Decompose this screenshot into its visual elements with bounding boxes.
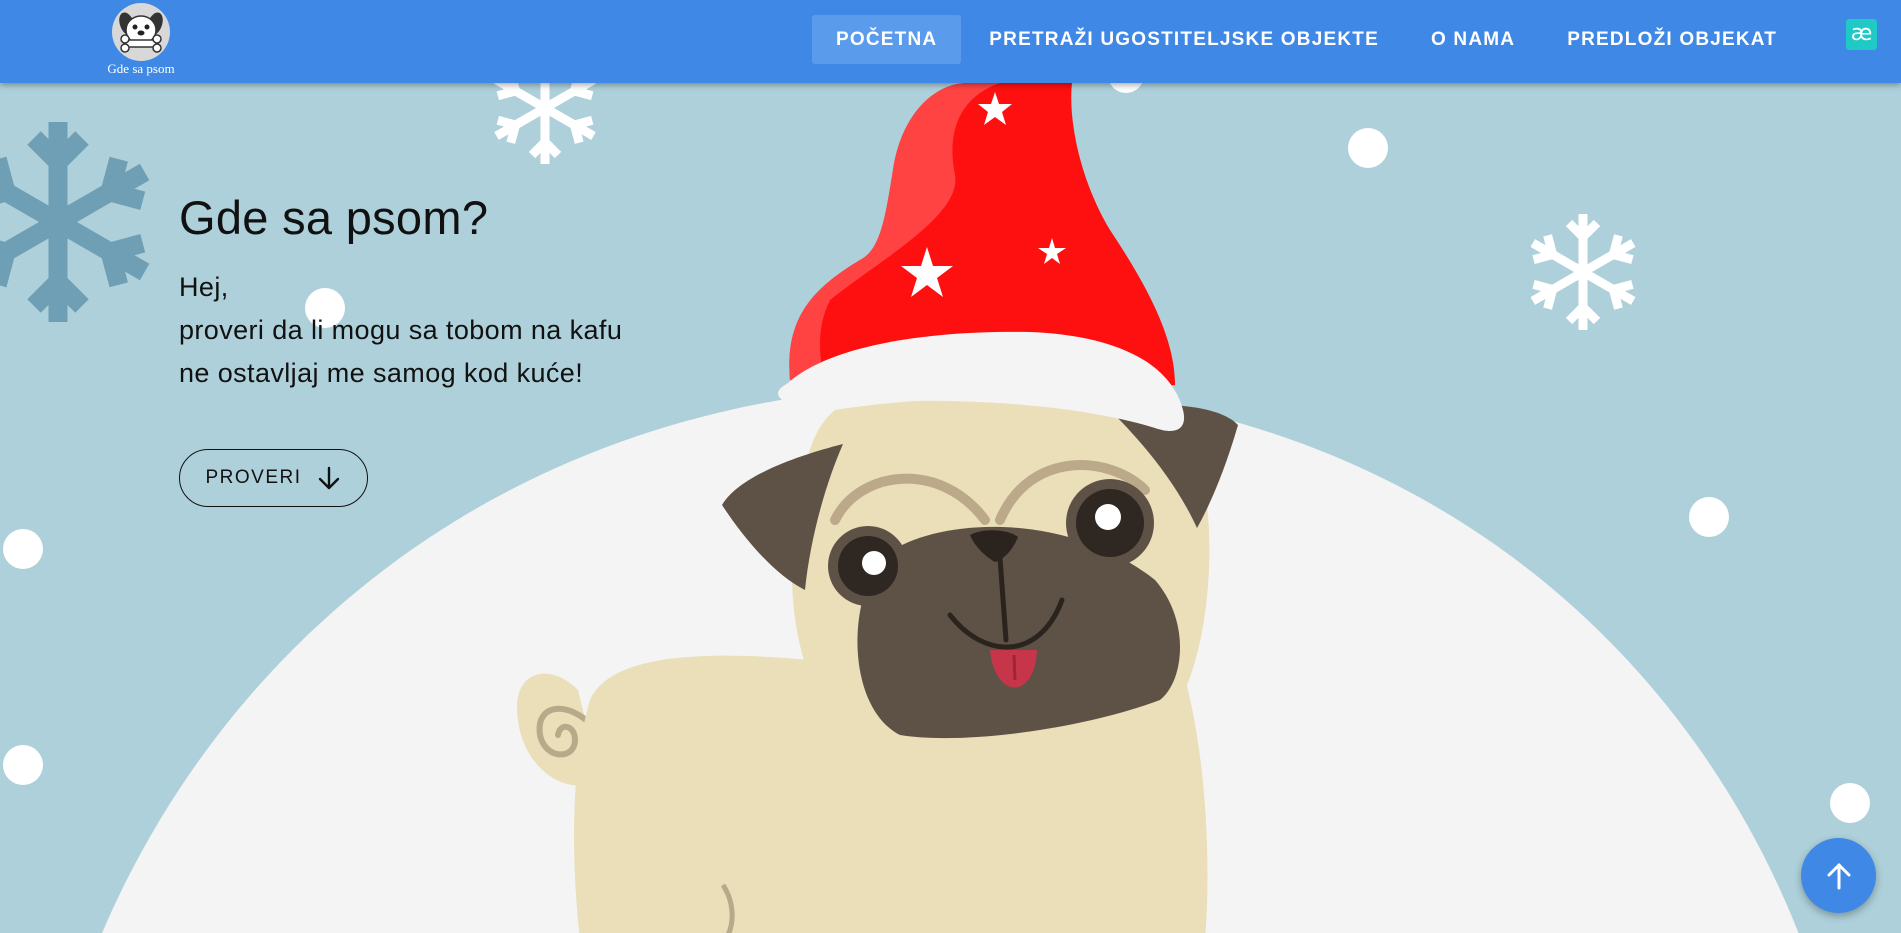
arrow-down-icon <box>318 466 339 490</box>
snow-dot <box>3 745 43 785</box>
pug-eye-left-shine <box>862 551 886 575</box>
brand-name: Gde sa psom <box>107 61 175 76</box>
brand-home-link[interactable]: Gde sa psom <box>100 2 182 78</box>
snowflake-large-icon <box>0 122 150 322</box>
nav-item-pocetna[interactable]: POČETNA <box>812 15 962 64</box>
hero-section: Gde sa psom? Hej, proveri da li mogu sa … <box>179 190 739 395</box>
navbar: Gde sa psom POČETNA PRETRAŽI UGOSTITELJS… <box>0 0 1901 83</box>
hero-title: Gde sa psom? <box>179 191 489 244</box>
hero-text: Hej, proveri da li mogu sa tobom na kafu… <box>179 266 739 395</box>
snow-dot <box>1689 497 1729 537</box>
snow-dot <box>3 529 43 569</box>
hero-line-greeting: Hej, <box>179 272 229 302</box>
dog-with-bone-logo-icon <box>112 3 170 61</box>
santa-hat <box>777 83 1185 431</box>
nav-item-o-nama[interactable]: O NAMA <box>1407 15 1539 64</box>
hero-line-check: proveri da li mogu sa tobom na kafu <box>179 315 623 345</box>
hero-line-dont-leave: ne ostavljaj me samog kod kuće! <box>179 358 584 388</box>
main-nav: POČETNA PRETRAŽI UGOSTITELJSKE OBJEKTE O… <box>812 15 1801 64</box>
snow-dot <box>1830 783 1870 823</box>
snow-dot <box>1348 128 1388 168</box>
nav-item-pretrazi-objekte[interactable]: PRETRAŽI UGOSTITELJSKE OBJEKTE <box>965 15 1403 64</box>
accessibility-icon[interactable]: æ <box>1846 19 1877 50</box>
proveri-button[interactable]: PROVERI <box>179 449 368 507</box>
snowflake-icon <box>1530 214 1636 330</box>
arrow-up-icon <box>1827 863 1850 889</box>
nav-item-predlozi-objekat[interactable]: PREDLOŽI OBJEKAT <box>1543 15 1801 64</box>
scroll-to-top-button[interactable] <box>1801 838 1876 913</box>
proveri-button-label: PROVERI <box>205 467 302 488</box>
pug-tongue-line <box>1012 654 1017 681</box>
pug-eye-right-shine <box>1095 504 1121 530</box>
